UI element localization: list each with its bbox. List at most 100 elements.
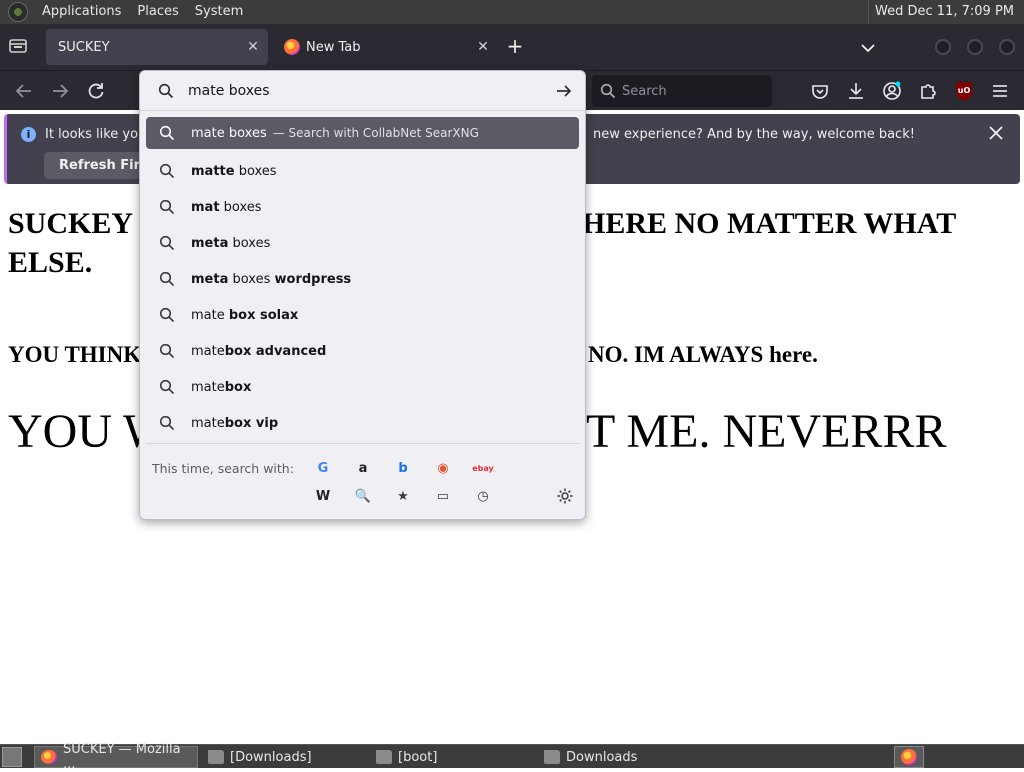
suggestion-item[interactable]: meta boxes — [146, 225, 579, 261]
taskbar-item-label: [boot] — [398, 749, 438, 765]
hamburger-menu-icon[interactable] — [990, 81, 1010, 101]
account-icon[interactable] — [882, 81, 902, 101]
taskbar-item-label: Downloads — [566, 749, 638, 765]
suggestion-text: matebox vip — [191, 415, 279, 431]
suggestion-text: matebox — [191, 379, 252, 395]
search-icon — [159, 271, 175, 287]
forward-arrow-icon[interactable] — [50, 81, 70, 101]
info-icon: i — [21, 127, 36, 142]
suggestion-item[interactable]: matebox — [146, 369, 579, 405]
search-icon — [159, 235, 175, 251]
notification-message: It looks like you l — [45, 127, 155, 142]
ublock-origin-icon[interactable]: uO — [956, 82, 972, 100]
search-icon — [159, 379, 175, 395]
suggestion-action: — Search with CollabNet SearXNG — [272, 126, 479, 140]
suggestion-text: matte boxes — [191, 163, 277, 179]
google-icon[interactable]: G — [312, 457, 334, 479]
search-bar[interactable]: Search — [592, 75, 772, 107]
amazon-icon[interactable]: a — [352, 457, 374, 479]
ebay-icon[interactable]: ebay — [472, 457, 494, 479]
folder-icon — [376, 750, 392, 764]
extensions-puzzle-icon[interactable] — [918, 81, 938, 101]
urlbar-dropdown: mate boxes mate boxes — Search with Coll… — [139, 70, 586, 520]
taskbar-item-downloads[interactable]: Downloads — [538, 746, 702, 768]
suggestion-text: meta boxes wordpress — [191, 271, 352, 287]
pocket-icon[interactable] — [810, 81, 830, 101]
page-heading-left: SUCKEY — [8, 207, 134, 240]
suggestion-item[interactable]: meta boxes wordpress — [146, 261, 579, 297]
tab-bar: SUCKEY ✕ New Tab ✕ + — [0, 24, 1024, 70]
suggestion-selected[interactable]: mate boxes — Search with CollabNet SearX… — [146, 117, 579, 149]
menu-applications[interactable]: Applications — [34, 0, 129, 24]
clock[interactable]: Wed Dec 11, 7:09 PM — [868, 0, 1020, 24]
suggestion-text: mate boxes — [191, 125, 267, 141]
suggestion-item[interactable]: matebox advanced — [146, 333, 579, 369]
bookmarks-icon[interactable]: ★ — [392, 485, 414, 507]
minimize-window-button[interactable] — [935, 39, 951, 55]
tab-title: SUCKEY — [58, 39, 110, 55]
suggestion-item[interactable]: mate box solax — [146, 297, 579, 333]
list-all-tabs-chevron-icon[interactable] — [858, 38, 878, 58]
suggestion-text: mat boxes — [191, 199, 262, 215]
tabs-icon[interactable]: ▭ — [432, 485, 454, 507]
taskbar-item-downloads-bracket[interactable]: [Downloads] — [202, 746, 366, 768]
search-icon — [159, 163, 175, 179]
taskbar-item-label: [Downloads] — [230, 749, 312, 765]
divider — [146, 443, 579, 444]
search-icon — [159, 343, 175, 359]
wikipedia-icon[interactable]: W — [312, 485, 334, 507]
go-arrow-icon[interactable] — [555, 82, 573, 100]
search-icon — [158, 83, 174, 99]
search-settings-gear-icon[interactable] — [556, 487, 574, 505]
search-icon — [159, 415, 175, 431]
tab-new-tab[interactable]: New Tab ✕ — [276, 29, 498, 65]
page-heading-right: HERE NO MATTER WHAT — [582, 207, 957, 240]
duckduckgo-icon[interactable]: ◉ — [432, 457, 454, 479]
distro-logo-icon[interactable] — [8, 2, 28, 22]
search-icon — [600, 83, 616, 99]
reload-icon[interactable] — [86, 81, 106, 101]
show-desktop-icon[interactable] — [2, 747, 22, 767]
refresh-firefox-button[interactable]: Refresh Firefox — [44, 152, 144, 179]
suggestion-text: meta boxes — [191, 235, 271, 251]
taskbar: SUCKEY — Mozilla ... [Downloads] [boot] … — [0, 742, 1024, 772]
one-off-search-label: This time, search with: — [152, 461, 294, 476]
close-window-button[interactable] — [999, 39, 1015, 55]
firefox-view-icon[interactable] — [8, 37, 30, 57]
back-arrow-icon[interactable] — [14, 81, 34, 101]
maximize-window-button[interactable] — [967, 39, 983, 55]
tab-suckey[interactable]: SUCKEY ✕ — [46, 29, 268, 65]
search-icon — [159, 199, 175, 215]
folder-icon — [208, 750, 224, 764]
search-icon — [159, 307, 175, 323]
menu-places[interactable]: Places — [129, 0, 186, 24]
searxng-icon[interactable]: 🔍 — [352, 485, 374, 507]
suggestion-item[interactable]: matebox vip — [146, 405, 579, 441]
bing-icon[interactable]: b — [392, 457, 414, 479]
close-notification-icon[interactable] — [986, 123, 1006, 143]
page-subheading-left: YOU THINK — [8, 342, 142, 367]
firefox-icon — [284, 39, 300, 55]
search-placeholder: Search — [622, 83, 667, 99]
url-input-value[interactable]: mate boxes — [188, 83, 555, 99]
suggestion-text: mate box solax — [191, 307, 299, 323]
taskbar-item-firefox[interactable]: SUCKEY — Mozilla ... — [34, 742, 198, 772]
suggestion-item[interactable]: matte boxes — [146, 153, 579, 189]
notification-message-continued: new experience? And by the way, welcome … — [593, 127, 915, 142]
new-tab-plus-icon[interactable]: + — [504, 36, 526, 58]
downloads-icon[interactable] — [846, 81, 866, 101]
search-icon — [159, 125, 175, 141]
top-panel: Applications Places System Wed Dec 11, 7… — [0, 0, 1024, 24]
close-tab-icon[interactable]: ✕ — [238, 39, 268, 55]
close-tab-icon[interactable]: ✕ — [468, 39, 498, 55]
suggestion-item[interactable]: mat boxes — [146, 189, 579, 225]
menu-system[interactable]: System — [187, 0, 251, 24]
tray-firefox-icon[interactable] — [894, 746, 924, 768]
suggestion-text: matebox advanced — [191, 343, 327, 359]
taskbar-item-boot[interactable]: [boot] — [370, 746, 534, 768]
history-icon[interactable]: ◷ — [472, 485, 494, 507]
url-input[interactable]: mate boxes — [140, 71, 585, 111]
suggestion-list: mate boxes — Search with CollabNet SearX… — [146, 117, 579, 441]
page-subheading-right: NO. IM ALWAYS here. — [588, 342, 818, 367]
tab-title: New Tab — [306, 39, 361, 55]
